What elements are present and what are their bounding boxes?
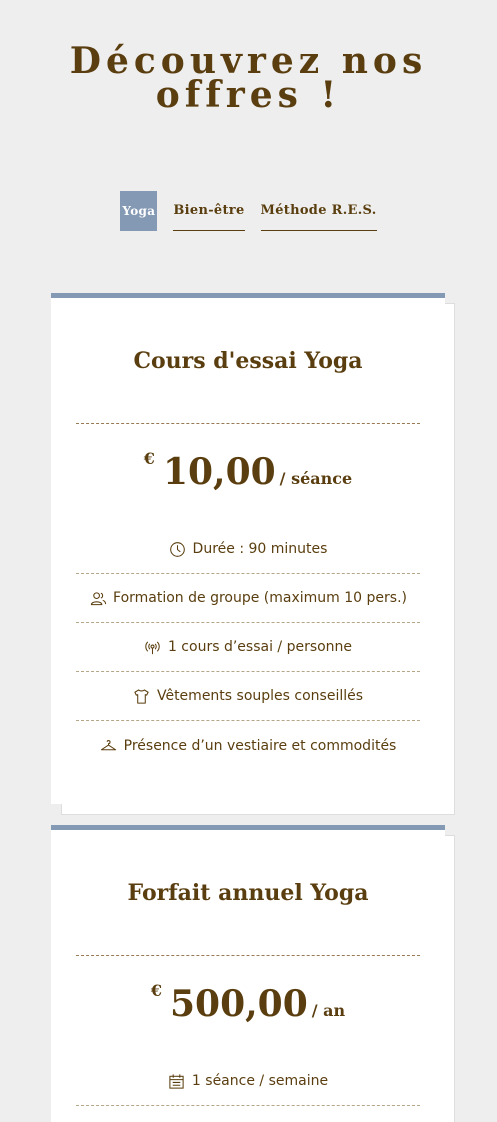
price-unit: / an bbox=[311, 1001, 346, 1020]
tab-yoga[interactable]: Yoga bbox=[120, 191, 158, 231]
offer-title: Cours d'essai Yoga bbox=[133, 348, 363, 374]
offer-price: €10,00/ séance bbox=[51, 449, 445, 493]
feature-text: Présence d’un vestiaire et commodités bbox=[123, 737, 397, 754]
feature-item: Durée : 90 minutes bbox=[76, 525, 420, 574]
price-currency: € bbox=[143, 449, 155, 468]
offer-card-annual-yoga: Forfait annuel Yoga €500,00/ an 1 séance… bbox=[51, 825, 445, 1122]
divider bbox=[76, 423, 420, 424]
feature-item: Formation de groupe (maximum 10 pers.) bbox=[76, 574, 420, 623]
tab-methode-res[interactable]: Méthode R.E.S. bbox=[260, 191, 377, 231]
feature-list: Durée : 90 minutes Formation de groupe (… bbox=[76, 525, 420, 770]
price-unit: / séance bbox=[279, 469, 353, 488]
offer-title: Forfait annuel Yoga bbox=[127, 880, 369, 906]
feature-text: 1 séance / semaine bbox=[191, 1073, 329, 1089]
tab-bien-etre[interactable]: Bien-être bbox=[173, 191, 245, 231]
offer-price: €500,00/ an bbox=[51, 981, 445, 1025]
page-title: Découvrez nos offres ! bbox=[0, 43, 497, 113]
price-currency: € bbox=[150, 981, 162, 1000]
price-amount: 10,00 bbox=[162, 451, 276, 493]
feature-text: 1 cours d’essai / personne bbox=[167, 639, 353, 655]
price-amount: 500,00 bbox=[169, 983, 308, 1025]
tshirt-icon bbox=[133, 687, 151, 705]
feature-item bbox=[76, 1106, 420, 1122]
clock-icon bbox=[169, 540, 187, 558]
feature-text: Durée : 90 minutes bbox=[192, 541, 328, 557]
group-icon bbox=[89, 589, 107, 607]
feature-text: Vêtements souples conseillés bbox=[156, 688, 364, 704]
divider bbox=[76, 955, 420, 956]
feature-item: Vêtements souples conseillés bbox=[76, 672, 420, 721]
feature-item: 1 séance / semaine bbox=[76, 1057, 420, 1106]
offer-card-trial-yoga: Cours d'essai Yoga €10,00/ séance Durée … bbox=[51, 293, 445, 804]
feature-text: Formation de groupe (maximum 10 pers.) bbox=[113, 590, 407, 606]
feature-item: Présence d’un vestiaire et commodités bbox=[76, 721, 420, 770]
page-title-line2: offres ! bbox=[155, 74, 342, 116]
offer-tabs: Yoga Bien-être Méthode R.E.S. bbox=[0, 191, 497, 231]
offers-page: Découvrez nos offres ! Yoga Bien-être Mé… bbox=[0, 0, 497, 1122]
feature-list: 1 séance / semaine bbox=[76, 1057, 420, 1122]
hanger-icon bbox=[100, 737, 118, 755]
broadcast-icon bbox=[144, 638, 162, 656]
calendar-icon bbox=[168, 1072, 186, 1090]
feature-item: 1 cours d’essai / personne bbox=[76, 623, 420, 672]
